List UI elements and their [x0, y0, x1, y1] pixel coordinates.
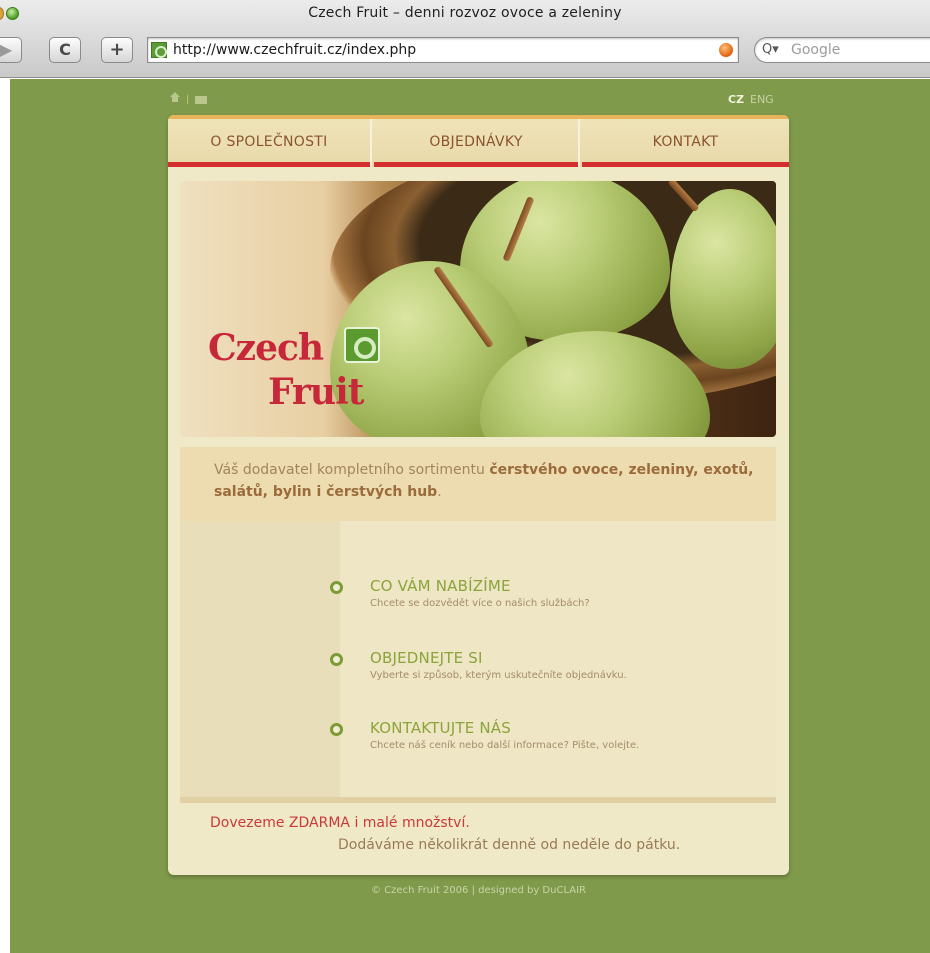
quick-link-subtitle: Vyberte si způsob, kterým uskutečníte ob… [370, 670, 627, 681]
quick-link-offer[interactable]: CO VÁM NABÍZÍME Chcete se dozvědět více … [330, 577, 770, 619]
quick-link-title[interactable]: KONTAKTUJTE NÁS [370, 719, 511, 737]
nav-item-contact[interactable]: KONTAKT [582, 119, 789, 167]
logo-text-fruit: Fruit [268, 371, 364, 413]
content-panel: O SPOLEČNOSTI OBJEDNÁVKY KONTAKT Czech F… [168, 115, 789, 875]
quick-link-title[interactable]: OBJEDNEJTE SI [370, 649, 483, 667]
hero-banner: Czech Fruit [180, 181, 776, 437]
add-tab-icon: + [109, 39, 125, 60]
reload-icon: C [59, 40, 71, 59]
rss-icon[interactable] [719, 43, 733, 57]
forward-icon: ▶ [0, 40, 13, 59]
window-title: Czech Fruit – denni rozvoz ovoce a zelen… [308, 5, 622, 21]
quick-link-contact[interactable]: KONTAKTUJTE NÁS Chcete náš ceník nebo da… [330, 719, 770, 761]
search-icon[interactable]: Q▾ [762, 42, 779, 57]
logo-mark-icon [344, 327, 380, 363]
bullet-icon [330, 653, 343, 666]
intro-block: Váš dodavatel kompletního sortimentu čer… [180, 447, 776, 521]
quick-links: CO VÁM NABÍZÍME Chcete se dozvědět více … [180, 521, 776, 797]
quick-link-subtitle: Chcete se dozvědět více o našich službác… [370, 598, 590, 609]
url-text: http://www.czechfruit.cz/index.php [173, 42, 417, 58]
bullet-icon [330, 723, 343, 736]
title-bar: Czech Fruit – denni rozvoz ovoce a zelen… [0, 0, 930, 28]
nav-item-company[interactable]: O SPOLEČNOSTI [168, 119, 372, 167]
intro-text: Váš dodavatel kompletního sortimentu čer… [214, 459, 774, 503]
browser-toolbar: ▶ C + http://www.czechfruit.cz/index.php… [0, 34, 930, 70]
utility-separator: | [186, 94, 190, 105]
intro-prefix: Váš dodavatel kompletního sortimentu [214, 462, 490, 478]
mail-icon[interactable] [195, 96, 207, 104]
search-placeholder: Google [791, 42, 841, 58]
forward-button[interactable]: ▶ [0, 37, 22, 63]
quick-link-subtitle: Chcete náš ceník nebo další informace? P… [370, 740, 640, 751]
intro-suffix: . [437, 484, 442, 500]
quick-links-sidebar [180, 521, 340, 797]
reload-button[interactable]: C [49, 37, 81, 63]
address-bar[interactable]: http://www.czechfruit.cz/index.php [147, 37, 739, 63]
quick-link-title[interactable]: CO VÁM NABÍZÍME [370, 577, 511, 595]
browser-chrome: Czech Fruit – denni rozvoz ovoce a zelen… [0, 0, 930, 78]
language-cz-link[interactable]: CZ [728, 93, 744, 106]
main-navigation: O SPOLEČNOSTI OBJEDNÁVKY KONTAKT [168, 115, 789, 167]
quick-link-order[interactable]: OBJEDNEJTE SI Vyberte si způsob, kterým … [330, 649, 770, 691]
delivery-schedule-text: Dodáváme několikrát denně od neděle do p… [338, 837, 681, 853]
search-input[interactable]: Q▾ Google [754, 37, 930, 63]
home-icon[interactable] [170, 92, 180, 105]
divider [180, 797, 776, 803]
nav-item-orders[interactable]: OBJEDNÁVKY [374, 119, 580, 167]
page-viewport: | CZ ENG O SPOLEČNOSTI OBJEDNÁVKY KONTAK… [10, 79, 930, 953]
add-bookmark-button[interactable]: + [101, 37, 133, 63]
utility-bar: | CZ ENG [168, 92, 788, 109]
page-footer: © Czech Fruit 2006 | designed by DuCLAIR [371, 885, 586, 896]
site-favicon [151, 42, 167, 58]
free-delivery-text: Dovezeme ZDARMA i malé množství. [210, 815, 470, 831]
site-logo[interactable]: Czech Fruit [208, 321, 380, 431]
logo-text-czech: Czech [208, 327, 324, 369]
language-eng-link[interactable]: ENG [750, 93, 774, 106]
bullet-icon [330, 581, 343, 594]
